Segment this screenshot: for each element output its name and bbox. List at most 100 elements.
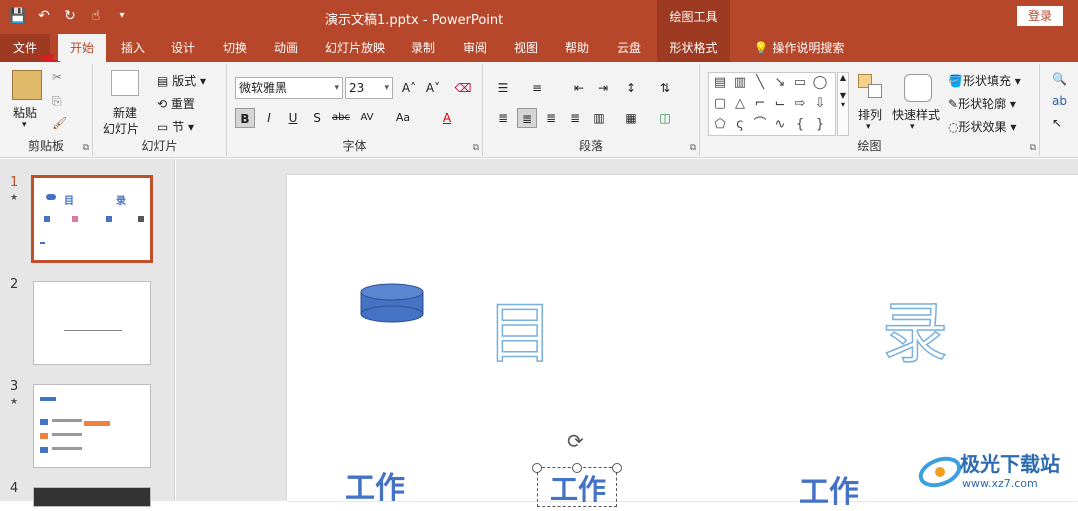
arrange-button[interactable]: 排列 bbox=[858, 106, 882, 123]
line-shape-icon[interactable]: ╲ bbox=[751, 74, 769, 92]
font-color-icon[interactable]: A bbox=[437, 108, 457, 128]
selected-textbox[interactable]: 工作 bbox=[537, 467, 617, 507]
customize-icon[interactable]: ▾ bbox=[112, 6, 132, 26]
redo-icon[interactable]: ↻ bbox=[60, 6, 80, 26]
align-left-icon[interactable]: ≣ bbox=[493, 108, 513, 128]
shape-effects-button[interactable]: ◌形状效果 ▾ bbox=[948, 118, 1016, 135]
line-spacing-icon[interactable]: ↕ bbox=[621, 78, 641, 98]
dialog-launcher-icon[interactable]: ⧉ bbox=[1030, 143, 1036, 153]
chevron-down-icon[interactable]: ▾ bbox=[866, 122, 871, 132]
new-slide-icon[interactable] bbox=[111, 70, 139, 96]
paste-icon[interactable] bbox=[12, 70, 42, 100]
login-button[interactable]: 登录 bbox=[1017, 6, 1063, 26]
cylinder-shape[interactable] bbox=[360, 283, 426, 323]
shape-outline-button[interactable]: ✎形状轮廓 ▾ bbox=[948, 95, 1016, 112]
gallery-scroll[interactable]: ▲ ▼ ▾ bbox=[837, 72, 849, 136]
rectangle-shape-icon[interactable]: ▭ bbox=[791, 74, 809, 92]
cut-icon[interactable]: ✂ bbox=[52, 70, 62, 84]
arrow-line-shape-icon[interactable]: ↘ bbox=[771, 74, 789, 92]
tab-transitions[interactable]: 切换 bbox=[210, 34, 260, 62]
tab-shape-format[interactable]: 形状格式 bbox=[657, 34, 730, 62]
underline-icon[interactable]: U bbox=[283, 108, 303, 128]
freeform-shape-icon[interactable]: ⬠ bbox=[711, 116, 729, 134]
new-slide-label-2[interactable]: 幻灯片 bbox=[103, 120, 139, 137]
replace-icon[interactable]: ab bbox=[1052, 94, 1067, 108]
strikethrough-icon[interactable]: abc bbox=[331, 108, 351, 128]
tell-me-search[interactable]: 💡 操作说明搜索 bbox=[744, 34, 854, 62]
triangle-shape-icon[interactable]: △ bbox=[731, 95, 749, 113]
align-center-icon[interactable]: ≣ bbox=[517, 108, 537, 128]
tab-slideshow[interactable]: 幻灯片放映 bbox=[318, 34, 392, 62]
tab-help[interactable]: 帮助 bbox=[552, 34, 602, 62]
format-painter-icon[interactable]: 🖌 bbox=[52, 116, 67, 130]
elbow-arrow-shape-icon[interactable]: ⌙ bbox=[771, 95, 789, 113]
elbow-connector-shape-icon[interactable]: ⌐ bbox=[751, 95, 769, 113]
tab-view[interactable]: 视图 bbox=[502, 34, 550, 62]
touch-mode-icon[interactable]: ☝ bbox=[86, 6, 106, 26]
dialog-launcher-icon[interactable]: ⧉ bbox=[83, 143, 89, 153]
resize-handle[interactable] bbox=[532, 463, 542, 473]
layout-button[interactable]: ▤ 版式 ▾ bbox=[157, 72, 206, 89]
quick-styles-icon[interactable] bbox=[904, 74, 932, 102]
right-arrow-shape-icon[interactable]: ⇨ bbox=[791, 95, 809, 113]
chevron-down-icon[interactable]: ▾ bbox=[910, 122, 915, 132]
item-label-3[interactable]: 工作 bbox=[799, 467, 859, 511]
clear-format-icon[interactable]: ⌫ bbox=[453, 78, 473, 98]
tab-cloud[interactable]: 云盘 bbox=[604, 34, 654, 62]
numbering-icon[interactable]: ≡ bbox=[527, 78, 547, 98]
chevron-down-icon[interactable]: ▾ bbox=[22, 120, 27, 130]
paste-button[interactable]: 粘贴 bbox=[13, 104, 37, 121]
slide-thumbnail-2[interactable] bbox=[33, 281, 151, 365]
arc-shape-icon[interactable]: ⌒ bbox=[751, 116, 769, 134]
textbox-shape-icon[interactable]: ▤ bbox=[711, 74, 729, 92]
resize-handle[interactable] bbox=[612, 463, 622, 473]
right-brace-shape-icon[interactable]: } bbox=[811, 116, 829, 134]
save-icon[interactable]: 💾 bbox=[8, 6, 28, 26]
vertical-textbox-shape-icon[interactable]: ▥ bbox=[731, 74, 749, 92]
font-name-select[interactable]: 微软雅黑 ▾ bbox=[235, 77, 343, 99]
distribute-icon[interactable]: ▥ bbox=[589, 108, 609, 128]
font-size-select[interactable]: 23 ▾ bbox=[345, 77, 393, 99]
title-char-1[interactable]: 目 bbox=[486, 280, 554, 376]
find-icon[interactable]: 🔍 bbox=[1052, 72, 1067, 86]
curve-shape-icon[interactable]: ∿ bbox=[771, 116, 789, 134]
decrease-indent-icon[interactable]: ⇤ bbox=[569, 78, 589, 98]
justify-icon[interactable]: ≣ bbox=[565, 108, 585, 128]
slide-thumbnail-4[interactable] bbox=[33, 487, 151, 507]
tab-animations[interactable]: 动画 bbox=[260, 34, 312, 62]
char-spacing-icon[interactable]: AV bbox=[357, 108, 377, 128]
bullets-icon[interactable]: ☰ bbox=[493, 78, 513, 98]
align-right-icon[interactable]: ≣ bbox=[541, 108, 561, 128]
smartart-icon[interactable]: ◫ bbox=[655, 108, 675, 128]
left-brace-shape-icon[interactable]: { bbox=[791, 116, 809, 134]
shapes-gallery[interactable]: ▤ ▥ ╲ ↘ ▭ ◯ ▢ △ ⌐ ⌙ ⇨ ⇩ ⬠ ς ⌒ ∿ { } bbox=[708, 72, 836, 136]
change-case-icon[interactable]: Aa bbox=[393, 108, 413, 128]
slide-thumbnails-panel[interactable]: 1 ★ 目 录 2 3 ★ 4 bbox=[0, 159, 175, 507]
undo-icon[interactable]: ↶ bbox=[34, 6, 54, 26]
down-arrow-shape-icon[interactable]: ⇩ bbox=[811, 95, 829, 113]
dialog-launcher-icon[interactable]: ⧉ bbox=[473, 143, 479, 153]
rounded-rect-shape-icon[interactable]: ▢ bbox=[711, 95, 729, 113]
shadow-icon[interactable]: S bbox=[307, 108, 327, 128]
select-icon[interactable]: ↖ bbox=[1052, 116, 1062, 130]
oval-shape-icon[interactable]: ◯ bbox=[811, 74, 829, 92]
tab-record[interactable]: 录制 bbox=[398, 34, 448, 62]
slide-thumbnail-1[interactable]: 目 录 bbox=[31, 175, 153, 263]
item-label-1[interactable]: 工作 bbox=[345, 463, 405, 507]
italic-icon[interactable]: I bbox=[259, 108, 279, 128]
bold-icon[interactable]: B bbox=[235, 108, 255, 128]
new-slide-label-1[interactable]: 新建 bbox=[113, 104, 137, 121]
reset-button[interactable]: ⟲ 重置 bbox=[157, 95, 195, 112]
title-char-2[interactable]: 录 bbox=[881, 280, 949, 376]
dialog-launcher-icon[interactable]: ⧉ bbox=[690, 143, 696, 153]
resize-handle[interactable] bbox=[572, 463, 582, 473]
decrease-font-icon[interactable]: A˅ bbox=[423, 78, 443, 98]
text-direction-icon[interactable]: ⇅ bbox=[655, 78, 675, 98]
quick-styles-button[interactable]: 快速样式 bbox=[892, 106, 940, 123]
shape-fill-button[interactable]: 🪣形状填充 ▾ bbox=[948, 72, 1021, 89]
tab-review[interactable]: 审阅 bbox=[450, 34, 500, 62]
slide-thumbnail-3[interactable] bbox=[33, 384, 151, 468]
increase-font-icon[interactable]: A˄ bbox=[399, 78, 419, 98]
copy-icon[interactable]: ⎘ bbox=[52, 94, 62, 109]
columns-icon[interactable]: ▦ bbox=[621, 108, 641, 128]
